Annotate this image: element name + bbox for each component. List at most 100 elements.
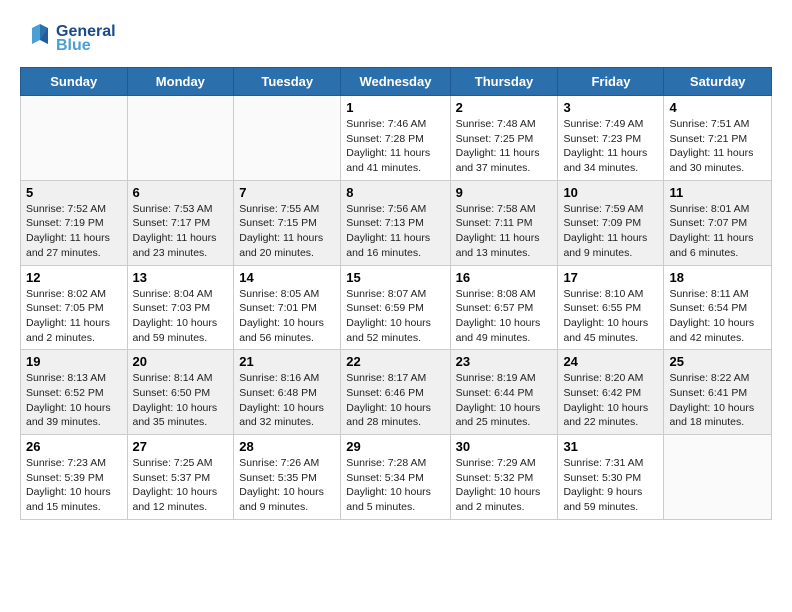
- calendar-cell: 4 Sunrise: 7:51 AM Sunset: 7:21 PM Daylig…: [664, 96, 772, 181]
- day-number: 20: [133, 354, 229, 369]
- day-number: 4: [669, 100, 766, 115]
- calendar-cell: [234, 96, 341, 181]
- day-number: 13: [133, 270, 229, 285]
- day-number: 12: [26, 270, 122, 285]
- day-number: 23: [456, 354, 553, 369]
- day-number: 9: [456, 185, 553, 200]
- day-info: Sunrise: 7:52 AM Sunset: 7:19 PM Dayligh…: [26, 202, 122, 261]
- calendar-cell: 3 Sunrise: 7:49 AM Sunset: 7:23 PM Daylig…: [558, 96, 664, 181]
- day-info: Sunrise: 7:46 AM Sunset: 7:28 PM Dayligh…: [346, 117, 444, 176]
- calendar-cell: 26 Sunrise: 7:23 AM Sunset: 5:39 PM Dayli…: [21, 435, 128, 520]
- day-info: Sunrise: 8:02 AM Sunset: 7:05 PM Dayligh…: [26, 287, 122, 346]
- logo: General Blue: [20, 20, 116, 57]
- day-info: Sunrise: 8:04 AM Sunset: 7:03 PM Dayligh…: [133, 287, 229, 346]
- day-number: 7: [239, 185, 335, 200]
- day-number: 6: [133, 185, 229, 200]
- calendar-cell: 9 Sunrise: 7:58 AM Sunset: 7:11 PM Daylig…: [450, 180, 558, 265]
- calendar-cell: 16 Sunrise: 8:08 AM Sunset: 6:57 PM Dayli…: [450, 265, 558, 350]
- day-info: Sunrise: 7:49 AM Sunset: 7:23 PM Dayligh…: [563, 117, 658, 176]
- calendar-cell: 1Sunrise: 7:46 AM Sunset: 7:28 PM Daylig…: [341, 96, 450, 181]
- calendar-cell: 21Sunrise: 8:16 AM Sunset: 6:48 PM Dayli…: [234, 350, 341, 435]
- day-number: 2: [456, 100, 553, 115]
- day-number: 28: [239, 439, 335, 454]
- calendar-cell: 10Sunrise: 7:59 AM Sunset: 7:09 PM Dayli…: [558, 180, 664, 265]
- day-number: 25: [669, 354, 766, 369]
- weekday-header: Friday: [558, 68, 664, 96]
- calendar-cell: 20 Sunrise: 8:14 AM Sunset: 6:50 PM Dayli…: [127, 350, 234, 435]
- calendar-cell: 24 Sunrise: 8:20 AM Sunset: 6:42 PM Dayli…: [558, 350, 664, 435]
- day-number: 11: [669, 185, 766, 200]
- calendar-cell: 6 Sunrise: 7:53 AM Sunset: 7:17 PM Daylig…: [127, 180, 234, 265]
- day-info: Sunrise: 7:25 AM Sunset: 5:37 PM Dayligh…: [133, 456, 229, 515]
- day-info: Sunrise: 8:10 AM Sunset: 6:55 PM Dayligh…: [563, 287, 658, 346]
- weekday-header: Saturday: [664, 68, 772, 96]
- day-info: Sunrise: 7:51 AM Sunset: 7:21 PM Dayligh…: [669, 117, 766, 176]
- day-number: 3: [563, 100, 658, 115]
- calendar-cell: 7 Sunrise: 7:55 AM Sunset: 7:15 PM Daylig…: [234, 180, 341, 265]
- day-info: Sunrise: 7:56 AM Sunset: 7:13 PM Dayligh…: [346, 202, 444, 261]
- day-info: Sunrise: 8:16 AM Sunset: 6:48 PM Dayligh…: [239, 371, 335, 430]
- calendar-cell: 25 Sunrise: 8:22 AM Sunset: 6:41 PM Dayli…: [664, 350, 772, 435]
- calendar-cell: [664, 435, 772, 520]
- calendar-cell: 17 Sunrise: 8:10 AM Sunset: 6:55 PM Dayli…: [558, 265, 664, 350]
- day-number: 26: [26, 439, 122, 454]
- day-info: Sunrise: 8:13 AM Sunset: 6:52 PM Dayligh…: [26, 371, 122, 430]
- day-info: Sunrise: 8:11 AM Sunset: 6:54 PM Dayligh…: [669, 287, 766, 346]
- calendar-cell: 12 Sunrise: 8:02 AM Sunset: 7:05 PM Dayli…: [21, 265, 128, 350]
- calendar-cell: 28 Sunrise: 7:26 AM Sunset: 5:35 PM Dayli…: [234, 435, 341, 520]
- day-number: 19: [26, 354, 122, 369]
- day-info: Sunrise: 8:17 AM Sunset: 6:46 PM Dayligh…: [346, 371, 444, 430]
- calendar-cell: 13 Sunrise: 8:04 AM Sunset: 7:03 PM Dayli…: [127, 265, 234, 350]
- calendar-cell: 15 Sunrise: 8:07 AM Sunset: 6:59 PM Dayli…: [341, 265, 450, 350]
- calendar-cell: 31 Sunrise: 7:31 AM Sunset: 5:30 PM Dayli…: [558, 435, 664, 520]
- calendar-cell: 22 Sunrise: 8:17 AM Sunset: 6:46 PM Dayli…: [341, 350, 450, 435]
- weekday-header: Thursday: [450, 68, 558, 96]
- day-info: Sunrise: 8:07 AM Sunset: 6:59 PM Dayligh…: [346, 287, 444, 346]
- day-info: Sunrise: 8:20 AM Sunset: 6:42 PM Dayligh…: [563, 371, 658, 430]
- calendar-cell: 8 Sunrise: 7:56 AM Sunset: 7:13 PM Daylig…: [341, 180, 450, 265]
- calendar-cell: 27Sunrise: 7:25 AM Sunset: 5:37 PM Dayli…: [127, 435, 234, 520]
- day-info: Sunrise: 7:55 AM Sunset: 7:15 PM Dayligh…: [239, 202, 335, 261]
- calendar-cell: 29Sunrise: 7:28 AM Sunset: 5:34 PM Dayli…: [341, 435, 450, 520]
- day-info: Sunrise: 7:48 AM Sunset: 7:25 PM Dayligh…: [456, 117, 553, 176]
- day-info: Sunrise: 8:08 AM Sunset: 6:57 PM Dayligh…: [456, 287, 553, 346]
- calendar-cell: 11 Sunrise: 8:01 AM Sunset: 7:07 PM Dayli…: [664, 180, 772, 265]
- weekday-header: Sunday: [21, 68, 128, 96]
- day-info: Sunrise: 8:22 AM Sunset: 6:41 PM Dayligh…: [669, 371, 766, 430]
- calendar-header: SundayMondayTuesdayWednesdayThursdayFrid…: [21, 68, 772, 96]
- day-number: 30: [456, 439, 553, 454]
- day-info: Sunrise: 7:29 AM Sunset: 5:32 PM Dayligh…: [456, 456, 553, 515]
- logo-icon: [20, 20, 52, 52]
- day-number: 16: [456, 270, 553, 285]
- day-number: 8: [346, 185, 444, 200]
- day-info: Sunrise: 7:58 AM Sunset: 7:11 PM Dayligh…: [456, 202, 553, 261]
- day-number: 18: [669, 270, 766, 285]
- day-number: 10: [563, 185, 658, 200]
- calendar-cell: 18 Sunrise: 8:11 AM Sunset: 6:54 PM Dayli…: [664, 265, 772, 350]
- day-info: Sunrise: 8:19 AM Sunset: 6:44 PM Dayligh…: [456, 371, 553, 430]
- day-info: Sunrise: 8:01 AM Sunset: 7:07 PM Dayligh…: [669, 202, 766, 261]
- day-number: 5: [26, 185, 122, 200]
- day-number: 24: [563, 354, 658, 369]
- day-info: Sunrise: 8:14 AM Sunset: 6:50 PM Dayligh…: [133, 371, 229, 430]
- day-info: Sunrise: 8:05 AM Sunset: 7:01 PM Dayligh…: [239, 287, 335, 346]
- weekday-header: Wednesday: [341, 68, 450, 96]
- day-number: 17: [563, 270, 658, 285]
- day-number: 15: [346, 270, 444, 285]
- day-number: 31: [563, 439, 658, 454]
- day-info: Sunrise: 7:26 AM Sunset: 5:35 PM Dayligh…: [239, 456, 335, 515]
- page-header: General Blue: [20, 20, 772, 57]
- day-number: 14: [239, 270, 335, 285]
- calendar-cell: 23 Sunrise: 8:19 AM Sunset: 6:44 PM Dayli…: [450, 350, 558, 435]
- calendar-cell: [127, 96, 234, 181]
- day-info: Sunrise: 7:31 AM Sunset: 5:30 PM Dayligh…: [563, 456, 658, 515]
- weekday-header: Tuesday: [234, 68, 341, 96]
- day-number: 22: [346, 354, 444, 369]
- day-info: Sunrise: 7:23 AM Sunset: 5:39 PM Dayligh…: [26, 456, 122, 515]
- calendar-cell: 14 Sunrise: 8:05 AM Sunset: 7:01 PM Dayli…: [234, 265, 341, 350]
- calendar-table: SundayMondayTuesdayWednesdayThursdayFrid…: [20, 67, 772, 520]
- day-info: Sunrise: 7:53 AM Sunset: 7:17 PM Dayligh…: [133, 202, 229, 261]
- calendar-cell: 2 Sunrise: 7:48 AM Sunset: 7:25 PM Daylig…: [450, 96, 558, 181]
- day-number: 29: [346, 439, 444, 454]
- calendar-cell: [21, 96, 128, 181]
